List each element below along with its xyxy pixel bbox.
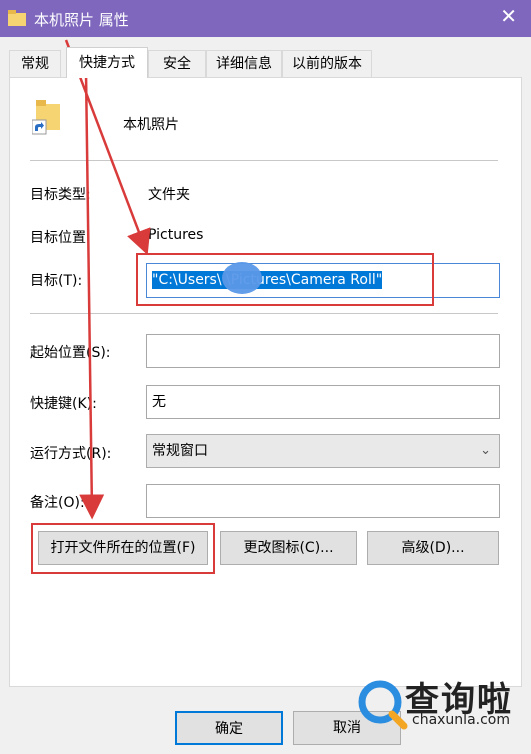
- shortcut-panel: [9, 77, 522, 687]
- tab-details[interactable]: 详细信息: [206, 50, 282, 77]
- target-highlight-box: [136, 253, 434, 306]
- folder-icon: [8, 10, 26, 26]
- divider: [30, 160, 498, 161]
- run-select[interactable]: 常规窗口 ⌄: [146, 434, 500, 468]
- shortcut-folder-icon: [32, 100, 60, 135]
- shortcut-name: 本机照片: [123, 117, 179, 133]
- tab-security[interactable]: 安全: [148, 50, 206, 77]
- chevron-down-icon: ⌄: [480, 443, 491, 458]
- target-type-label: 目标类型:: [30, 187, 91, 203]
- target-label: 目标(T):: [30, 273, 83, 289]
- title-bar: 本机照片 属性 ✕: [0, 0, 531, 37]
- divider: [30, 313, 498, 314]
- ok-button[interactable]: 确定: [175, 711, 283, 745]
- target-location-label: 目标位置:: [30, 230, 91, 246]
- hotkey-input[interactable]: 无: [146, 385, 500, 419]
- comment-input[interactable]: [146, 484, 500, 518]
- watermark-site: chaxunla.com: [412, 712, 510, 728]
- change-icon-button[interactable]: 更改图标(C)...: [220, 531, 357, 565]
- window-title: 本机照片 属性: [34, 11, 129, 29]
- run-select-value: 常规窗口: [152, 443, 208, 459]
- start-in-input[interactable]: [146, 334, 500, 368]
- tab-general[interactable]: 常规: [9, 50, 61, 77]
- target-location-value: Pictures: [148, 227, 204, 243]
- run-label: 运行方式(R):: [30, 446, 112, 462]
- tab-shortcut[interactable]: 快捷方式: [66, 47, 148, 78]
- hotkey-label: 快捷键(K):: [30, 396, 97, 412]
- advanced-button[interactable]: 高级(D)...: [367, 531, 499, 565]
- target-type-value: 文件夹: [148, 187, 190, 203]
- close-icon[interactable]: ✕: [500, 6, 517, 26]
- open-location-highlight-box: [31, 523, 215, 574]
- start-in-label: 起始位置(S):: [30, 345, 111, 361]
- tab-previous-versions[interactable]: 以前的版本: [282, 50, 372, 77]
- comment-label: 备注(O):: [30, 495, 85, 511]
